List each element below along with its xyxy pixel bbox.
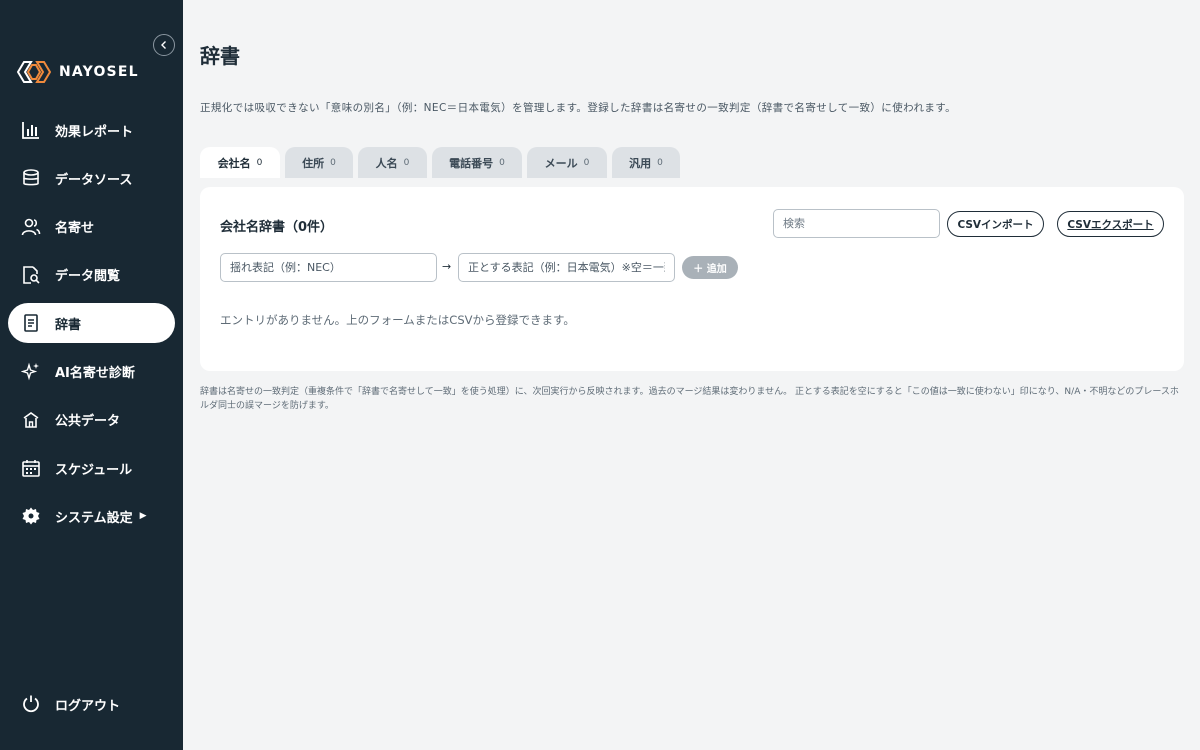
sidebar-item-dictionary[interactable]: 辞書 bbox=[8, 303, 175, 344]
variant-notation-input[interactable] bbox=[220, 253, 437, 282]
sidebar-item-nayose[interactable]: 名寄せ bbox=[8, 207, 175, 247]
tab-address[interactable]: 住所 0 bbox=[285, 147, 353, 178]
tab-count: 0 bbox=[330, 157, 336, 168]
sidebar-item-label: 効果レポート bbox=[55, 124, 134, 140]
sidebar-item-label: システム設定 bbox=[55, 510, 133, 526]
tab-label: 住所 bbox=[302, 156, 325, 170]
dictionary-tabs: 会社名 0 住所 0 人名 0 電話番号 0 メール 0 汎用 0 bbox=[200, 147, 680, 178]
users-icon bbox=[21, 217, 41, 237]
logout-button[interactable]: ログアウト bbox=[21, 694, 120, 714]
tab-count: 0 bbox=[499, 157, 505, 168]
sidebar-item-label: 公共データ bbox=[55, 414, 121, 430]
sidebar-item-label: AI名寄せ診断 bbox=[55, 365, 135, 381]
sidebar: NAYOSEL 効果レポート データソース 名寄せ データ閲覧 辞書 AI名寄せ… bbox=[0, 0, 183, 750]
database-icon bbox=[21, 168, 41, 188]
tab-company-name[interactable]: 会社名 0 bbox=[200, 147, 280, 178]
sidebar-item-report[interactable]: 効果レポート bbox=[8, 110, 175, 150]
sidebar-collapse-button[interactable] bbox=[153, 34, 175, 56]
tab-count: 0 bbox=[256, 157, 263, 168]
gear-icon bbox=[21, 506, 41, 526]
sidebar-item-label: 名寄せ bbox=[55, 221, 95, 237]
csv-export-button[interactable]: CSVエクスポート bbox=[1057, 211, 1164, 237]
building-icon bbox=[21, 410, 41, 430]
logo-mark-icon bbox=[17, 61, 51, 83]
tab-count: 0 bbox=[583, 157, 590, 168]
page-title: 辞書 bbox=[200, 44, 240, 68]
document-search-icon bbox=[21, 265, 41, 285]
tab-person-name[interactable]: 人名 0 bbox=[358, 147, 427, 178]
canonical-notation-input[interactable] bbox=[458, 253, 675, 282]
empty-state-message: エントリがありません。上のフォームまたはCSVから登録できます。 bbox=[220, 313, 575, 327]
dictionary-card: 会社名辞書（0件） CSVインポート CSVエクスポート → ＋ 追加 エントリ… bbox=[200, 187, 1184, 371]
tab-label: 電話番号 bbox=[449, 156, 494, 170]
chevron-left-icon bbox=[161, 41, 166, 49]
sidebar-item-label: スケジュール bbox=[55, 462, 133, 478]
csv-import-button[interactable]: CSVインポート bbox=[947, 211, 1044, 237]
sidebar-item-schedule[interactable]: スケジュール bbox=[8, 448, 175, 488]
tab-label: 人名 bbox=[375, 156, 398, 170]
expand-arrow-icon: ▶ bbox=[139, 511, 147, 522]
sidebar-item-label: データソース bbox=[55, 172, 133, 188]
sidebar-item-public-data[interactable]: 公共データ bbox=[8, 400, 175, 440]
calendar-icon bbox=[21, 458, 41, 478]
app-name: NAYOSEL bbox=[59, 64, 139, 80]
sidebar-item-ai-diagnosis[interactable]: AI名寄せ診断 bbox=[8, 351, 175, 391]
page-description: 正規化では吸収できない「意味の別名」（例：NEC＝日本電気）を管理します。登録し… bbox=[200, 102, 957, 114]
tab-label: メール bbox=[544, 156, 578, 170]
tab-general[interactable]: 汎用 0 bbox=[612, 147, 680, 178]
sparkles-icon bbox=[21, 361, 41, 381]
app-logo: NAYOSEL bbox=[17, 60, 139, 84]
tab-phone[interactable]: 電話番号 0 bbox=[432, 147, 522, 178]
sidebar-item-datasource[interactable]: データソース bbox=[8, 158, 175, 198]
sidebar-item-label: データ閲覧 bbox=[55, 269, 121, 285]
tab-label: 会社名 bbox=[217, 156, 251, 170]
sidebar-item-label: 辞書 bbox=[55, 317, 82, 333]
sidebar-item-data-browse[interactable]: データ閲覧 bbox=[8, 255, 175, 295]
arrow-right-icon: → bbox=[442, 260, 452, 273]
tab-count: 0 bbox=[403, 157, 410, 168]
tab-count: 0 bbox=[657, 157, 663, 168]
dictionary-footnote: 辞書は名寄せの一致判定（重複条件で「辞書で名寄せして一致」を使う処理）に、次回実… bbox=[200, 387, 1179, 411]
sidebar-nav: 効果レポート データソース 名寄せ データ閲覧 辞書 AI名寄せ診断 公共データ… bbox=[8, 110, 175, 545]
sidebar-item-system-settings[interactable]: システム設定 ▶ bbox=[8, 496, 175, 536]
power-icon bbox=[21, 694, 41, 714]
tab-email[interactable]: メール 0 bbox=[527, 147, 607, 178]
search-input[interactable] bbox=[773, 209, 940, 238]
logout-label: ログアウト bbox=[55, 698, 121, 714]
bar-chart-icon bbox=[21, 120, 41, 140]
add-entry-button[interactable]: ＋ 追加 bbox=[682, 256, 738, 279]
dictionary-title: 会社名辞書（0件） bbox=[220, 220, 334, 235]
tab-label: 汎用 bbox=[629, 156, 652, 170]
book-icon bbox=[21, 313, 41, 333]
